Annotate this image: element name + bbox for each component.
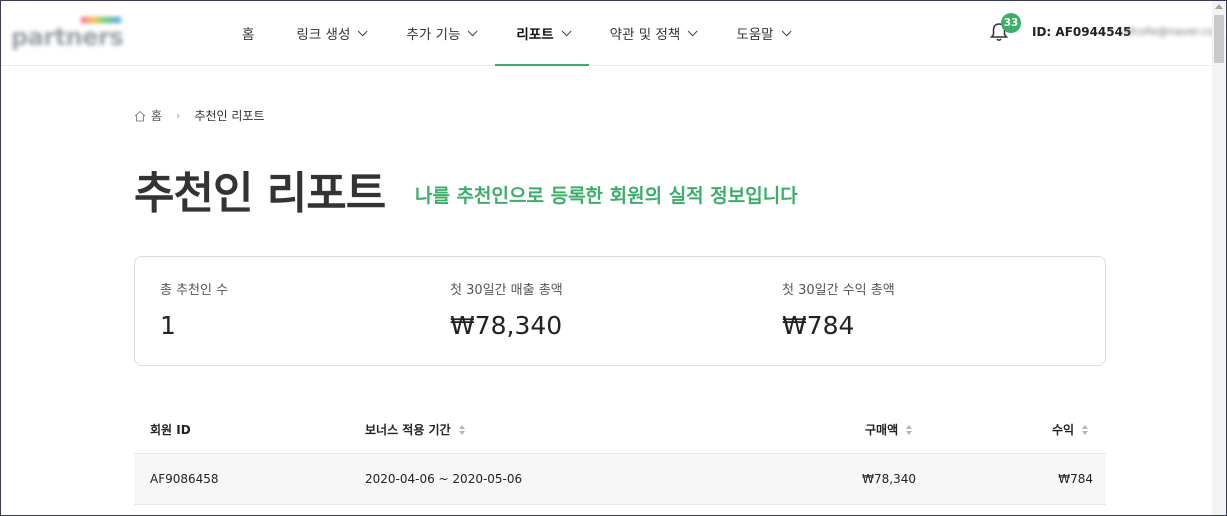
sort-icon[interactable] [458,424,465,435]
nav-link-create[interactable]: 링크 생성 [275,1,385,65]
column-revenue[interactable]: 수익 [1052,421,1089,438]
sort-icon[interactable] [906,424,913,435]
referral-table: 회원 ID 보너스 적용 기간 구매액 수익 AF9086458 2020-04… [134,405,1106,505]
breadcrumb-current: 추천인 리포트 [194,109,265,123]
cell-purchase-amount: ₩78,340 [862,472,916,486]
cell-member-id: AF9086458 [150,472,219,486]
nav-extra-features[interactable]: 추가 기능 [385,1,495,65]
notification-badge: 33 [1001,13,1021,33]
page-title: 추천인 리포트 [134,168,386,219]
sort-icon[interactable] [1082,424,1089,435]
stat-value: ₩784 [782,311,855,340]
user-email[interactable]: afcofe@naver.com [1123,25,1226,38]
cell-revenue: ₩784 [1058,472,1093,486]
chevron-down-icon [561,25,572,36]
main-nav: 홈 링크 생성 추가 기능 리포트 약관 및 정책 도움말 [221,1,809,66]
chevron-down-icon [781,25,792,36]
summary-card: 총 추천인 수 1 첫 30일간 매출 총액 ₩78,340 첫 30일간 수익… [134,256,1106,366]
top-header: partners 홈 링크 생성 추가 기능 리포트 약관 및 정책 도움말 3 [1,1,1226,66]
nav-home[interactable]: 홈 [221,1,275,65]
column-label: 보너스 적용 기간 [365,423,451,437]
table-row: AF9086458 2020-04-06 ~ 2020-05-06 ₩78,34… [134,453,1106,505]
breadcrumb-home[interactable]: 홈 [151,107,162,124]
chevron-down-icon [688,25,698,36]
scroll-thumb[interactable] [1214,15,1224,63]
page-subtitle: 나를 추천인으로 등록한 회원의 실적 정보입니다 [415,185,798,207]
nav-report[interactable]: 리포트 [495,1,589,66]
logo-text: partners [11,23,124,51]
chevron-down-icon [358,25,368,36]
home-icon [134,110,146,121]
nav-terms-policy[interactable]: 약관 및 정책 [589,1,716,65]
stat-label: 첫 30일간 매출 총액 [450,283,563,298]
column-label: 회원 ID [150,423,191,437]
cell-bonus-period: 2020-04-06 ~ 2020-05-06 [365,472,523,486]
column-label: 구매액 [865,423,899,437]
nav-terms-policy-label: 약관 및 정책 [609,27,681,43]
column-bonus-period[interactable]: 보너스 적용 기간 [365,421,465,438]
stat-value: 1 [160,311,176,340]
breadcrumb: 홈 › 추천인 리포트 [134,107,265,124]
column-label: 수익 [1052,423,1075,437]
scroll-up-arrow-icon[interactable] [1215,4,1223,9]
nav-link-create-label: 링크 생성 [296,27,351,43]
column-purchase-amount[interactable]: 구매액 [865,421,913,438]
vertical-scrollbar[interactable] [1212,1,1226,515]
nav-help[interactable]: 도움말 [715,1,808,65]
chevron-down-icon [468,25,478,36]
nav-home-label: 홈 [242,27,255,43]
stat-label: 총 추천인 수 [160,283,229,298]
partners-logo[interactable]: partners [11,15,129,51]
stat-value: ₩78,340 [450,311,563,340]
chevron-right-icon: › [176,109,181,122]
nav-help-label: 도움말 [736,27,774,43]
user-id[interactable]: ID: AF0944545 [1032,25,1131,39]
table-header: 회원 ID 보너스 적용 기간 구매액 수익 [134,405,1106,453]
stat-label: 첫 30일간 수익 총액 [782,283,895,298]
nav-report-label: 리포트 [516,27,554,43]
column-member-id: 회원 ID [150,421,191,438]
nav-extra-features-label: 추가 기능 [406,27,461,43]
